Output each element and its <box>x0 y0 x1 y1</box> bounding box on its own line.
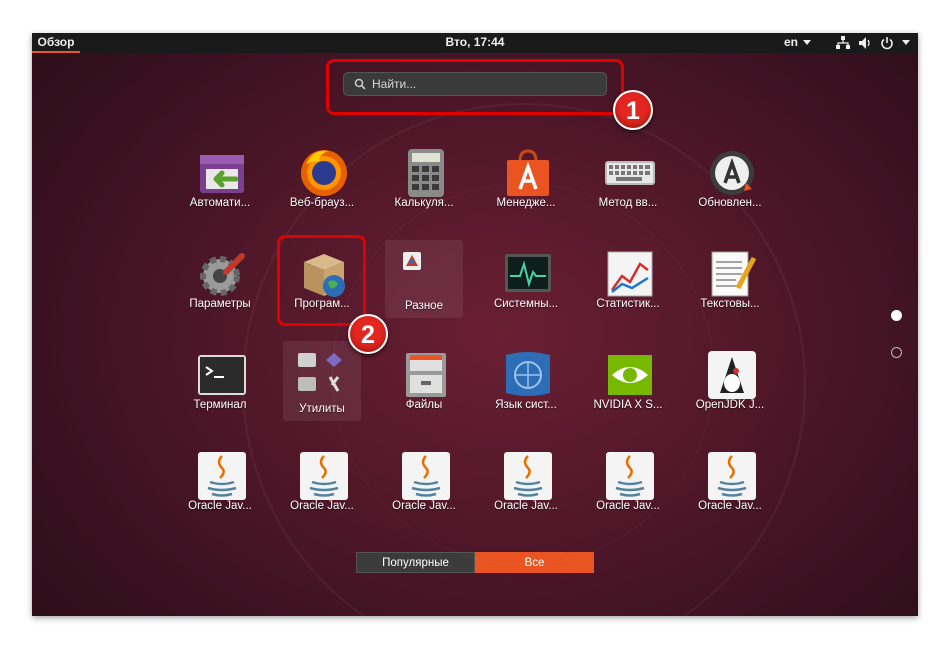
app-settings[interactable]: Параметры <box>172 248 268 336</box>
app-software-manager[interactable]: Менедже... <box>478 147 574 235</box>
app-label: Статистик... <box>596 298 660 310</box>
app-oracle-java-3[interactable]: Oracle Jav... <box>376 450 472 538</box>
app-label: Файлы <box>405 399 443 411</box>
desktop-overview: Обзор Вто, 17:44 en 1 2 Автома <box>32 33 918 616</box>
annotation-badge-1: 1 <box>613 90 653 130</box>
app-label: Oracle Jav... <box>698 500 762 512</box>
app-label: Терминал <box>193 399 247 411</box>
java-icon <box>504 452 552 500</box>
java-icon <box>198 452 246 500</box>
language-label: en <box>784 35 799 49</box>
top-bar: Обзор Вто, 17:44 en <box>32 33 918 53</box>
java-icon <box>606 452 654 500</box>
nvidia-icon <box>608 355 652 395</box>
app-software-updater[interactable]: Обновлен... <box>682 147 778 235</box>
java-icon <box>708 452 756 500</box>
statistics-icon <box>607 251 653 297</box>
settings-icon <box>200 253 245 296</box>
system-menu[interactable] <box>836 36 910 50</box>
app-folder-utilities[interactable]: Утилиты <box>283 341 361 421</box>
automation-icon <box>200 155 244 193</box>
terminal-icon <box>198 355 246 395</box>
misc-folder-icon <box>403 252 421 270</box>
openjdk-icon <box>708 351 756 399</box>
folder-label: Разное <box>405 300 443 312</box>
app-label: Калькуля... <box>394 197 454 209</box>
app-label: Oracle Jav... <box>392 500 456 512</box>
files-icon <box>406 353 446 397</box>
app-label: Oracle Jav... <box>494 500 558 512</box>
app-label: Обновлен... <box>698 197 762 209</box>
firefox-icon <box>301 150 347 196</box>
power-icon <box>881 37 893 50</box>
app-view-switcher: Популярные Все <box>356 552 594 573</box>
app-automation[interactable]: Автомати... <box>172 147 268 235</box>
clock-label[interactable]: Вто, 17:44 <box>446 35 505 49</box>
language-indicator[interactable]: en <box>784 33 812 52</box>
annotation-highlight-search <box>326 59 624 115</box>
tab-all[interactable]: Все <box>475 552 594 573</box>
app-label: Oracle Jav... <box>290 500 354 512</box>
app-statistics[interactable]: Статистик... <box>580 248 676 336</box>
software-updater-icon <box>710 151 754 195</box>
chevron-down-icon <box>803 40 812 45</box>
app-terminal[interactable]: Терминал <box>172 349 268 437</box>
app-label: Oracle Jav... <box>188 500 252 512</box>
java-icon <box>300 452 348 500</box>
app-system-monitor[interactable]: Системны... <box>478 248 574 336</box>
page-indicator-2[interactable] <box>891 347 902 358</box>
app-oracle-java-1[interactable]: Oracle Jav... <box>172 450 268 538</box>
app-openjdk[interactable]: OpenJDK J... <box>682 349 778 437</box>
app-label: Oracle Jav... <box>596 500 660 512</box>
app-label: Менедже... <box>496 197 556 209</box>
app-label: Язык сист... <box>495 399 557 411</box>
app-oracle-java-6[interactable]: Oracle Jav... <box>682 450 778 538</box>
app-label: Текстовы... <box>700 298 760 310</box>
utilities-folder-icon <box>298 353 342 392</box>
folder-label: Утилиты <box>299 403 345 415</box>
volume-icon <box>859 37 870 49</box>
chevron-down-icon <box>902 40 910 45</box>
java-icon <box>402 452 450 500</box>
app-label: OpenJDK J... <box>695 399 765 411</box>
app-oracle-java-4[interactable]: Oracle Jav... <box>478 450 574 538</box>
calculator-icon <box>408 149 444 197</box>
annotation-highlight-app <box>277 235 366 326</box>
annotation-badge-2: 2 <box>348 314 388 354</box>
language-icon <box>506 352 550 396</box>
app-text-editor[interactable]: Текстовы... <box>682 248 778 336</box>
app-label: Автомати... <box>189 197 251 209</box>
app-label: Параметры <box>189 298 251 310</box>
app-files[interactable]: Файлы <box>376 349 472 437</box>
app-nvidia-settings[interactable]: NVIDIA X S... <box>580 349 676 437</box>
keyboard-icon <box>605 161 655 185</box>
app-web-browser[interactable]: Веб-брауз... <box>274 147 370 235</box>
app-label: Системны... <box>493 298 559 310</box>
app-label: NVIDIA X S... <box>593 399 663 411</box>
app-oracle-java-5[interactable]: Oracle Jav... <box>580 450 676 538</box>
app-oracle-java-2[interactable]: Oracle Jav... <box>274 450 370 538</box>
app-calculator[interactable]: Калькуля... <box>376 147 472 235</box>
network-icon <box>836 36 850 49</box>
app-input-method[interactable]: Метод вв... <box>580 147 676 235</box>
page-indicator-1[interactable] <box>891 310 902 321</box>
system-monitor-icon <box>505 254 551 292</box>
app-label: Веб-брауз... <box>289 197 355 209</box>
software-store-icon <box>507 149 549 196</box>
tab-popular[interactable]: Популярные <box>356 552 475 573</box>
app-folder-misc[interactable]: Разное <box>385 240 463 318</box>
text-editor-icon <box>711 251 757 297</box>
app-label: Метод вв... <box>598 197 658 209</box>
app-language-support[interactable]: Язык сист... <box>478 349 574 437</box>
activities-button[interactable]: Обзор <box>32 33 80 53</box>
